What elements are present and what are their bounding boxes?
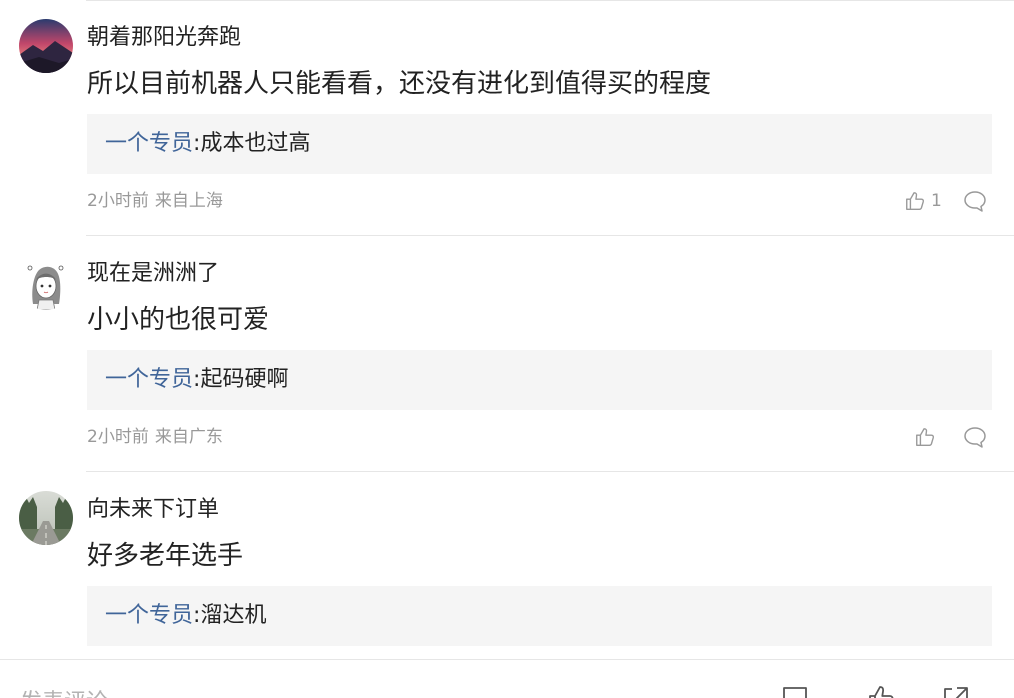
- reply-text: 成本也过高: [200, 131, 311, 156]
- reply-text: 溜达机: [200, 603, 267, 628]
- comment-location: 来自上海: [154, 191, 223, 211]
- like-count: 1: [931, 191, 942, 211]
- user-avatar[interactable]: [19, 256, 73, 310]
- user-name[interactable]: 朝着那阳光奔跑: [87, 24, 241, 52]
- sunset-landscape-avatar-image: [19, 19, 73, 73]
- reply-preview[interactable]: 一个专员:起码硬啊: [87, 350, 992, 410]
- reply-author[interactable]: 一个专员: [105, 603, 193, 628]
- comment-item: 现在是洲洲了 小小的也很可爱 一个专员:起码硬啊 2小时前 来自广东: [0, 236, 1014, 472]
- like-icon[interactable]: [866, 684, 896, 698]
- comment-bubble-icon: [964, 427, 986, 448]
- reply-preview[interactable]: 一个专员:溜达机: [87, 586, 992, 646]
- comment-text: 所以目前机器人只能看看，还没有进化到值得买的程度: [87, 69, 712, 99]
- user-name[interactable]: 向未来下订单: [87, 496, 219, 524]
- anime-girl-avatar-image: [19, 256, 73, 310]
- reply-button[interactable]: [963, 426, 987, 450]
- forest-road-avatar-image: [19, 491, 73, 545]
- user-avatar[interactable]: [19, 491, 73, 545]
- comment-time: 2小时前: [87, 427, 149, 447]
- reply-author[interactable]: 一个专员: [105, 131, 193, 156]
- user-avatar[interactable]: [19, 19, 73, 73]
- comment-bubble-icon: [964, 191, 986, 212]
- comment-text: 好多老年选手: [87, 541, 244, 571]
- bottom-comment-bar: 发表评论: [0, 659, 1014, 698]
- user-name[interactable]: 现在是洲洲了: [87, 260, 219, 288]
- reply-text: 起码硬啊: [200, 367, 289, 392]
- reply-button[interactable]: [963, 190, 987, 214]
- reply-preview[interactable]: 一个专员:成本也过高: [87, 114, 992, 174]
- share-icon[interactable]: [940, 684, 970, 698]
- comment-icon[interactable]: [780, 684, 810, 698]
- comment-item: 向未来下订单 好多老年选手 一个专员:溜达机: [0, 472, 1014, 659]
- comment-input[interactable]: 发表评论: [20, 684, 108, 698]
- like-button[interactable]: [914, 426, 941, 448]
- thumbs-up-icon: [906, 192, 925, 210]
- reply-author[interactable]: 一个专员: [105, 367, 193, 392]
- comment-list-page: 朝着那阳光奔跑 所以目前机器人只能看看，还没有进化到值得买的程度 一个专员:成本…: [0, 0, 1014, 698]
- comment-location: 来自广东: [154, 427, 223, 447]
- like-button[interactable]: 1: [904, 190, 942, 212]
- comment-item: 朝着那阳光奔跑 所以目前机器人只能看看，还没有进化到值得买的程度 一个专员:成本…: [0, 0, 1014, 236]
- comment-meta: 2小时前 来自广东: [87, 426, 223, 448]
- comment-time: 2小时前: [87, 191, 149, 211]
- thumbs-up-icon: [916, 428, 935, 446]
- comment-text: 小小的也很可爱: [87, 305, 270, 335]
- comment-meta: 2小时前 来自上海: [87, 190, 223, 212]
